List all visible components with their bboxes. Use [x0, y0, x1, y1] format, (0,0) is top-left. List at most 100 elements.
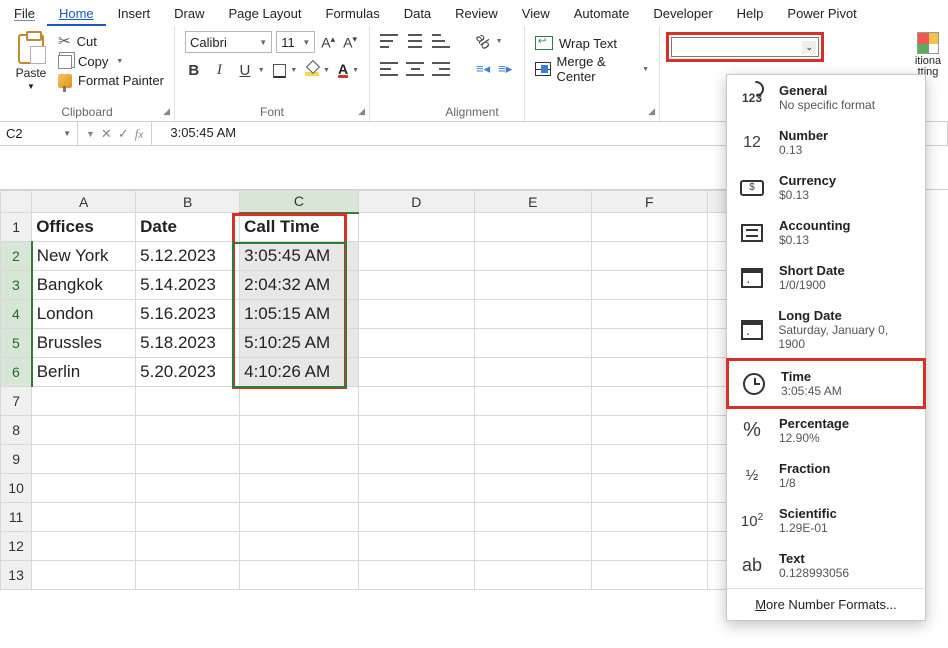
cell-C4[interactable]: 1:05:15 AM — [240, 300, 359, 329]
cell-A3[interactable]: Bangkok — [32, 271, 136, 300]
cell-A4[interactable]: London — [32, 300, 136, 329]
dialog-launcher-icon[interactable]: ◢ — [358, 106, 365, 117]
format-option-general[interactable]: 123GeneralNo specific format — [727, 75, 925, 120]
row-header-3[interactable]: 3 — [1, 271, 32, 300]
cell-E3[interactable] — [475, 271, 591, 300]
cell-F13[interactable] — [591, 561, 707, 590]
cell-B10[interactable] — [136, 474, 240, 503]
chevron-down-icon[interactable]: ▼ — [290, 67, 297, 74]
menu-insert[interactable]: Insert — [106, 2, 163, 26]
align-bottom-button[interactable] — [432, 34, 450, 48]
row-header-1[interactable]: 1 — [1, 213, 32, 242]
more-number-formats[interactable]: More Number Formats... — [727, 588, 925, 620]
cell-B11[interactable] — [136, 503, 240, 532]
name-box[interactable]: C2 ▼ — [0, 122, 78, 145]
cell-C2[interactable]: 3:05:45 AM — [240, 242, 359, 271]
cell-E4[interactable] — [475, 300, 591, 329]
menu-view[interactable]: View — [510, 2, 562, 26]
chevron-down-icon[interactable]: ▼ — [258, 67, 265, 74]
cell-A13[interactable] — [32, 561, 136, 590]
copy-button[interactable]: Copy ▼ — [58, 54, 164, 69]
align-top-button[interactable] — [380, 34, 398, 48]
cell-E12[interactable] — [475, 532, 591, 561]
format-option-number[interactable]: 12Number0.13 — [727, 120, 925, 165]
font-color-button[interactable]: A — [338, 63, 348, 78]
insert-function-dropdown-icon[interactable]: ▼ — [86, 129, 95, 139]
cell-C12[interactable] — [240, 532, 359, 561]
align-right-button[interactable] — [432, 62, 450, 76]
cell-A2[interactable]: New York — [32, 242, 136, 271]
cell-D1[interactable] — [358, 213, 474, 242]
cell-B12[interactable] — [136, 532, 240, 561]
menu-formulas[interactable]: Formulas — [314, 2, 392, 26]
row-header-4[interactable]: 4 — [1, 300, 32, 329]
cell-A6[interactable]: Berlin — [32, 358, 136, 387]
col-header-F[interactable]: F — [591, 191, 707, 213]
cell-C9[interactable] — [240, 445, 359, 474]
row-header-10[interactable]: 10 — [1, 474, 32, 503]
cell-F9[interactable] — [591, 445, 707, 474]
chevron-down-icon[interactable]: ▼ — [642, 66, 649, 73]
cell-E9[interactable] — [475, 445, 591, 474]
font-size-combo[interactable]: 11▼ — [276, 31, 315, 53]
dialog-launcher-icon[interactable]: ◢ — [648, 106, 655, 117]
cell-B8[interactable] — [136, 416, 240, 445]
menu-review[interactable]: Review — [443, 2, 510, 26]
row-header-12[interactable]: 12 — [1, 532, 32, 561]
borders-button[interactable] — [273, 64, 287, 78]
cut-button[interactable]: ✂ Cut — [58, 32, 164, 50]
cell-A7[interactable] — [32, 387, 136, 416]
col-header-D[interactable]: D — [358, 191, 474, 213]
cell-D4[interactable] — [358, 300, 474, 329]
menu-home[interactable]: Home — [47, 2, 106, 26]
cell-A8[interactable] — [32, 416, 136, 445]
menu-data[interactable]: Data — [392, 2, 443, 26]
cell-E5[interactable] — [475, 329, 591, 358]
format-option-accounting[interactable]: Accounting$0.13 — [727, 210, 925, 255]
cell-E1[interactable] — [475, 213, 591, 242]
decrease-font-icon[interactable]: A▾ — [341, 34, 359, 51]
increase-font-icon[interactable]: A▴ — [319, 34, 337, 51]
cell-F12[interactable] — [591, 532, 707, 561]
row-header-9[interactable]: 9 — [1, 445, 32, 474]
cell-F10[interactable] — [591, 474, 707, 503]
italic-button[interactable]: I — [211, 62, 229, 79]
menu-help[interactable]: Help — [725, 2, 776, 26]
cell-D11[interactable] — [358, 503, 474, 532]
chevron-down-icon[interactable]: ▼ — [496, 38, 503, 45]
cell-A11[interactable] — [32, 503, 136, 532]
fill-color-button[interactable] — [305, 66, 319, 76]
cell-F5[interactable] — [591, 329, 707, 358]
cell-B6[interactable]: 5.20.2023 — [136, 358, 240, 387]
cell-A12[interactable] — [32, 532, 136, 561]
underline-button[interactable]: U — [236, 62, 254, 79]
format-option-time[interactable]: Time3:05:45 AM — [726, 358, 926, 409]
cell-F1[interactable] — [591, 213, 707, 242]
cell-B9[interactable] — [136, 445, 240, 474]
cell-B3[interactable]: 5.14.2023 — [136, 271, 240, 300]
conditional-formatting-icon[interactable] — [917, 32, 939, 54]
decrease-indent-button[interactable]: ≡◂ — [476, 61, 490, 77]
cell-C1[interactable]: Call Time — [240, 213, 359, 242]
merge-center-button[interactable]: Merge & Center ▼ — [535, 56, 649, 82]
cell-E11[interactable] — [475, 503, 591, 532]
cell-A10[interactable] — [32, 474, 136, 503]
cell-C5[interactable]: 5:10:25 AM — [240, 329, 359, 358]
format-option-percentage[interactable]: %Percentage12.90% — [727, 408, 925, 453]
bold-button[interactable]: B — [185, 62, 203, 79]
cell-D10[interactable] — [358, 474, 474, 503]
format-option-shortdate[interactable]: Short Date1/0/1900 — [727, 255, 925, 300]
align-center-button[interactable] — [406, 62, 424, 76]
col-header-C[interactable]: C — [240, 191, 359, 213]
cell-C13[interactable] — [240, 561, 359, 590]
select-all-corner[interactable] — [1, 191, 32, 213]
menu-draw[interactable]: Draw — [162, 2, 216, 26]
row-header-7[interactable]: 7 — [1, 387, 32, 416]
row-header-8[interactable]: 8 — [1, 416, 32, 445]
cell-B2[interactable]: 5.12.2023 — [136, 242, 240, 271]
align-middle-button[interactable] — [406, 34, 424, 48]
cell-F8[interactable] — [591, 416, 707, 445]
format-painter-button[interactable]: Format Painter — [58, 73, 164, 88]
cell-C3[interactable]: 2:04:32 AM — [240, 271, 359, 300]
col-header-A[interactable]: A — [32, 191, 136, 213]
